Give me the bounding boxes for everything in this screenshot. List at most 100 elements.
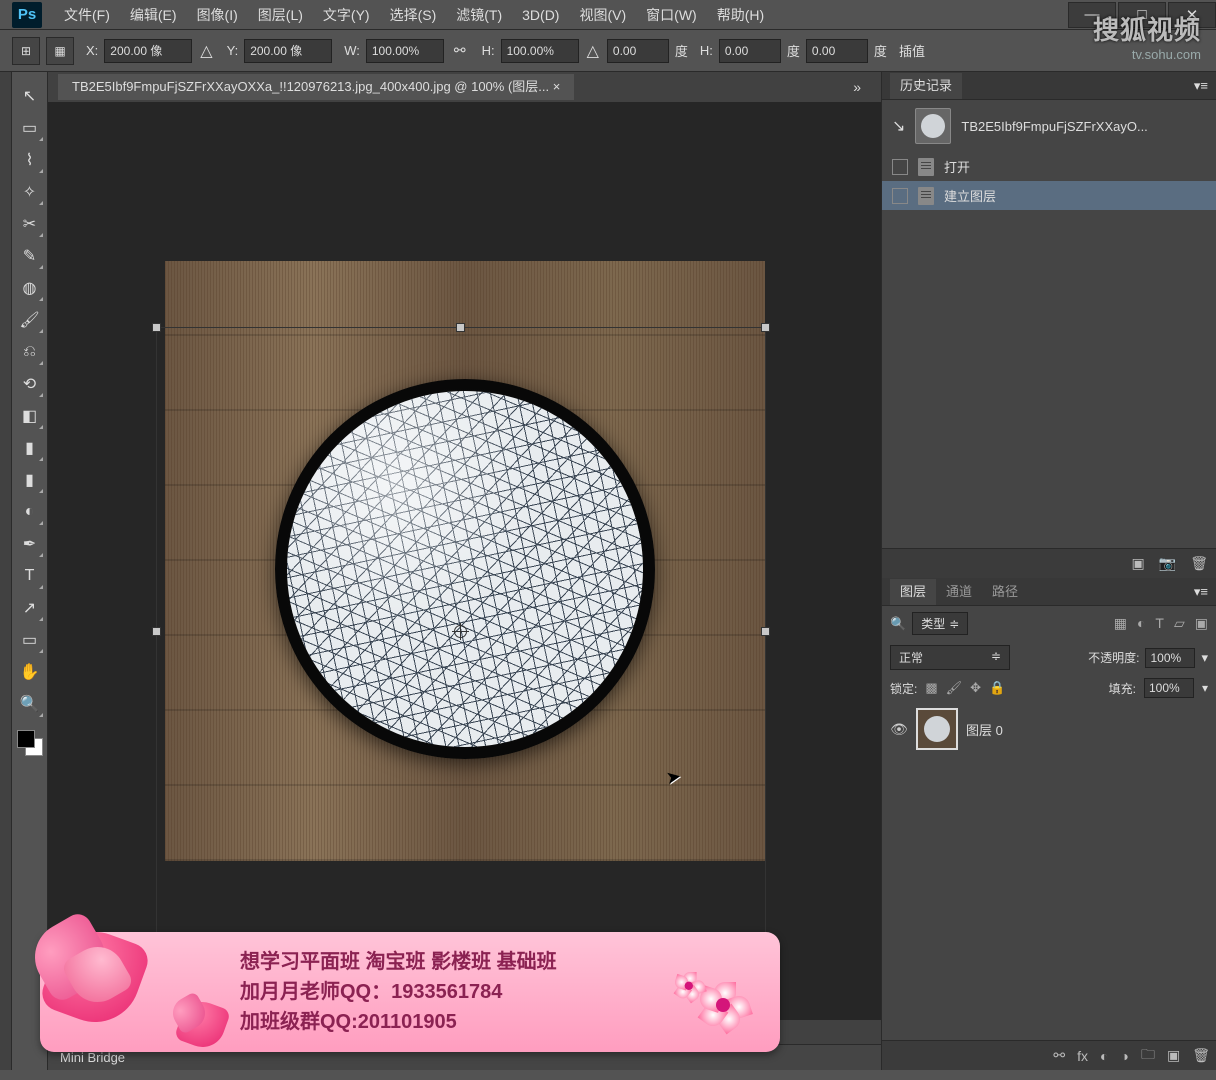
history-checkbox-icon[interactable]	[892, 188, 908, 204]
link-layers-icon[interactable]: ⚯	[1053, 1047, 1065, 1064]
menu-select[interactable]: 选择(S)	[380, 0, 447, 30]
banner-text: 想学习平面班 淘宝班 影楼班 基础班 加月月老师QQ：1933561784 加班…	[240, 947, 557, 1037]
h-label: H:	[482, 43, 495, 58]
menu-type[interactable]: 文字(Y)	[313, 0, 380, 30]
gradient-tool[interactable]: ▮	[16, 434, 44, 462]
path-select-tool[interactable]: ↗	[16, 594, 44, 622]
menu-edit[interactable]: 编辑(E)	[120, 0, 187, 30]
menu-window[interactable]: 窗口(W)	[636, 0, 707, 30]
interp-label: 插值	[899, 41, 925, 60]
brush-tool[interactable]: 🖌	[16, 306, 44, 334]
filter-type-icon[interactable]: T	[1155, 615, 1164, 632]
new-layer-icon[interactable]: ▣	[1167, 1047, 1180, 1064]
layers-footer: ⚯ fx ◐ ◑ 🗀 ▣ 🗑	[882, 1040, 1216, 1070]
layers-tab[interactable]: 图层	[890, 579, 936, 605]
filter-type-dropdown[interactable]: 类型≑	[912, 612, 968, 635]
menu-3d[interactable]: 3D(D)	[512, 0, 569, 30]
filter-pixel-icon[interactable]: ▦	[1114, 615, 1127, 632]
h-input[interactable]	[501, 39, 579, 63]
transform-handle-tl[interactable]	[152, 323, 161, 332]
angle-icon: △	[587, 41, 599, 61]
shape-tool[interactable]: ▭	[16, 626, 44, 654]
pen-tool[interactable]: ✒	[16, 530, 44, 558]
tab-overflow-icon[interactable]: »	[843, 79, 871, 95]
color-swatch[interactable]	[17, 730, 43, 756]
transform-handle-ml[interactable]	[152, 627, 161, 636]
lasso-tool[interactable]: ⌇	[16, 146, 44, 174]
menu-filter[interactable]: 滤镜(T)	[446, 0, 512, 30]
opacity-dropdown-icon[interactable]: ▾	[1201, 650, 1208, 666]
transform-icon[interactable]: ⊞	[12, 37, 40, 65]
menu-help[interactable]: 帮助(H)	[707, 0, 774, 30]
y-input[interactable]	[244, 39, 332, 63]
opacity-input[interactable]	[1145, 648, 1195, 668]
fill-dropdown-icon[interactable]: ▾	[1202, 681, 1208, 695]
history-brush-source-icon[interactable]: ↘	[892, 116, 905, 136]
blend-mode-dropdown[interactable]: 正常≑	[890, 645, 1010, 670]
lock-transparent-icon[interactable]: ▩	[925, 680, 937, 696]
crop-tool[interactable]: ✂	[16, 210, 44, 238]
type-tool[interactable]: T	[16, 562, 44, 590]
v-skew-input[interactable]	[806, 39, 868, 63]
eraser-tool[interactable]: ◧	[16, 402, 44, 430]
filter-smart-icon[interactable]: ▣	[1195, 615, 1208, 632]
layer-mask-icon[interactable]: ◐	[1100, 1048, 1108, 1064]
stamp-tool[interactable]: ⎌	[16, 338, 44, 366]
history-checkbox-icon[interactable]	[892, 159, 908, 175]
options-bar: ⊞ ▦ X: △ Y: W: ⚯ H: △ 度 H: 度 度 插值	[0, 30, 1216, 72]
dodge-tool[interactable]: ◐	[16, 498, 44, 526]
w-input[interactable]	[366, 39, 444, 63]
foreground-color-icon[interactable]	[17, 730, 35, 748]
history-snapshot-name: TB2E5Ibf9FmpuFjSZFrXXayO...	[961, 119, 1147, 134]
magic-wand-tool[interactable]: ✧	[16, 178, 44, 206]
move-tool[interactable]: ↖	[16, 82, 44, 110]
layer-row[interactable]: 👁 图层 0	[882, 702, 1216, 756]
angle-input[interactable]	[607, 39, 669, 63]
v-unit: 度	[874, 41, 887, 60]
layer-thumbnail[interactable]	[916, 708, 958, 750]
menu-image[interactable]: 图像(I)	[187, 0, 248, 30]
layers-panel-menu-icon[interactable]: ▾≡	[1194, 584, 1208, 600]
history-brush-tool[interactable]: ⟲	[16, 370, 44, 398]
blur-tool[interactable]: ▮	[16, 466, 44, 494]
layers-filter-row: 🔍 类型≑ ▦ ◐ T ▱ ▣	[882, 606, 1216, 641]
fill-input[interactable]	[1144, 678, 1194, 698]
eyedropper-tool[interactable]: ✎	[16, 242, 44, 270]
reference-point-icon[interactable]: ▦	[46, 37, 74, 65]
history-snapshot-row[interactable]: ↘ TB2E5Ibf9FmpuFjSZFrXXayO...	[882, 100, 1216, 152]
menu-layer[interactable]: 图层(L)	[248, 0, 313, 30]
x-input[interactable]	[104, 39, 192, 63]
paths-tab[interactable]: 路径	[982, 579, 1028, 605]
history-panel-menu-icon[interactable]: ▾≡	[1194, 78, 1208, 94]
layer-effects-icon[interactable]: fx	[1077, 1048, 1088, 1064]
history-tab[interactable]: 历史记录	[890, 73, 962, 99]
search-icon[interactable]: 🔍	[890, 616, 906, 632]
visibility-toggle-icon[interactable]: 👁	[890, 721, 908, 738]
hand-tool[interactable]: ✋	[16, 658, 44, 686]
menu-view[interactable]: 视图(V)	[569, 0, 636, 30]
filter-adjust-icon[interactable]: ◐	[1137, 615, 1145, 632]
filter-shape-icon[interactable]: ▱	[1174, 615, 1185, 632]
history-item-open[interactable]: 打开	[882, 152, 1216, 181]
create-document-icon[interactable]: ▣	[1132, 555, 1145, 572]
delete-layer-icon[interactable]: 🗑	[1192, 1047, 1210, 1064]
delta-icon[interactable]: △	[200, 41, 212, 61]
zoom-tool[interactable]: 🔍	[16, 690, 44, 718]
delete-state-icon[interactable]: 🗑	[1190, 555, 1208, 572]
lock-all-icon[interactable]: 🔒	[989, 680, 1005, 696]
h-skew-input[interactable]	[719, 39, 781, 63]
healing-tool[interactable]: ◍	[16, 274, 44, 302]
canvas-viewport[interactable]: ➤	[48, 102, 881, 1020]
history-item-new-layer[interactable]: 建立图层	[882, 181, 1216, 210]
lock-position-icon[interactable]: ✥	[970, 680, 981, 696]
create-snapshot-icon[interactable]: 📷	[1159, 555, 1176, 572]
marquee-tool[interactable]: ▭	[16, 114, 44, 142]
layer-name[interactable]: 图层 0	[966, 720, 1003, 739]
link-icon[interactable]: ⚯	[454, 42, 466, 59]
menu-file[interactable]: 文件(F)	[54, 0, 120, 30]
document-tab[interactable]: TB2E5Ibf9FmpuFjSZFrXXayOXXa_!!120976213.…	[58, 74, 574, 100]
channels-tab[interactable]: 通道	[936, 579, 982, 605]
lock-pixels-icon[interactable]: 🖌	[946, 680, 963, 696]
group-icon[interactable]: 🗀	[1141, 1044, 1155, 1068]
adjustment-layer-icon[interactable]: ◑	[1121, 1048, 1129, 1064]
